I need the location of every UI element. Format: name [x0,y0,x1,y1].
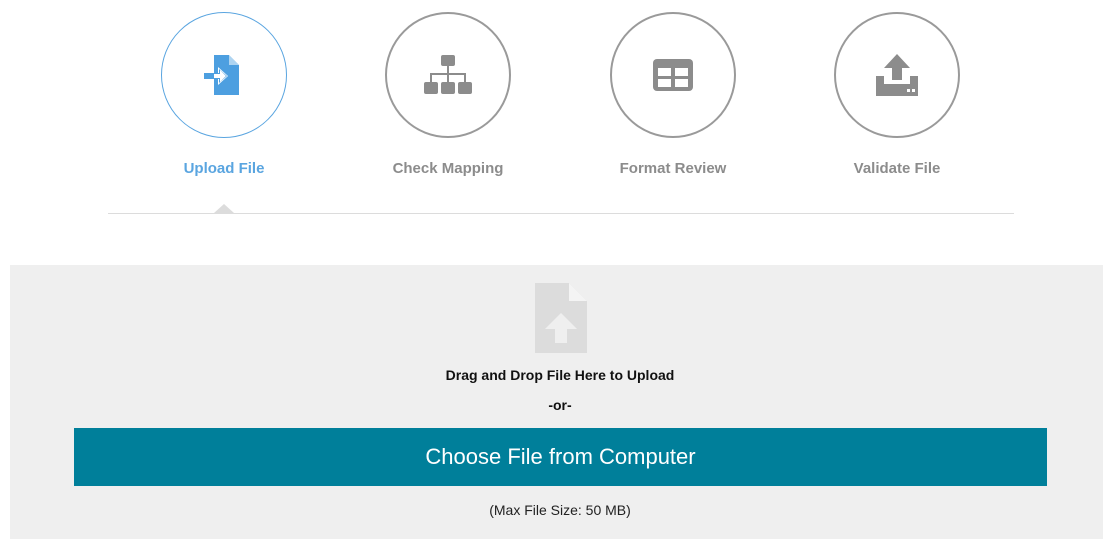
step-validate-file-label[interactable]: Validate File [817,160,977,177]
step-check-mapping-label[interactable]: Check Mapping [368,160,528,177]
active-step-pointer [214,204,234,213]
or-separator: -or- [548,397,572,413]
max-file-size-note: (Max File Size: 50 MB) [489,502,631,518]
table-icon [653,59,693,91]
file-drop-zone[interactable]: Drag and Drop File Here to Upload -or- C… [10,265,1103,539]
stepper-divider [108,213,1014,214]
step-format-review-circle[interactable] [610,12,736,138]
choose-file-button[interactable]: Choose File from Computer [74,428,1047,486]
step-upload-file-circle[interactable] [161,12,287,138]
step-check-mapping-circle[interactable] [385,12,511,138]
wizard-stepper: Upload File Check Mapping Format Review … [0,0,1103,215]
step-validate-file-circle[interactable] [834,12,960,138]
drag-drop-text: Drag and Drop File Here to Upload [445,367,675,383]
step-format-review-label[interactable]: Format Review [593,160,753,177]
upload-wizard: Upload File Check Mapping Format Review … [0,0,1103,539]
sitemap-icon [424,55,472,94]
step-upload-file-label[interactable]: Upload File [144,160,304,177]
upload-tray-icon [876,54,918,96]
file-import-icon [204,55,239,95]
file-upload-icon [533,281,589,360]
